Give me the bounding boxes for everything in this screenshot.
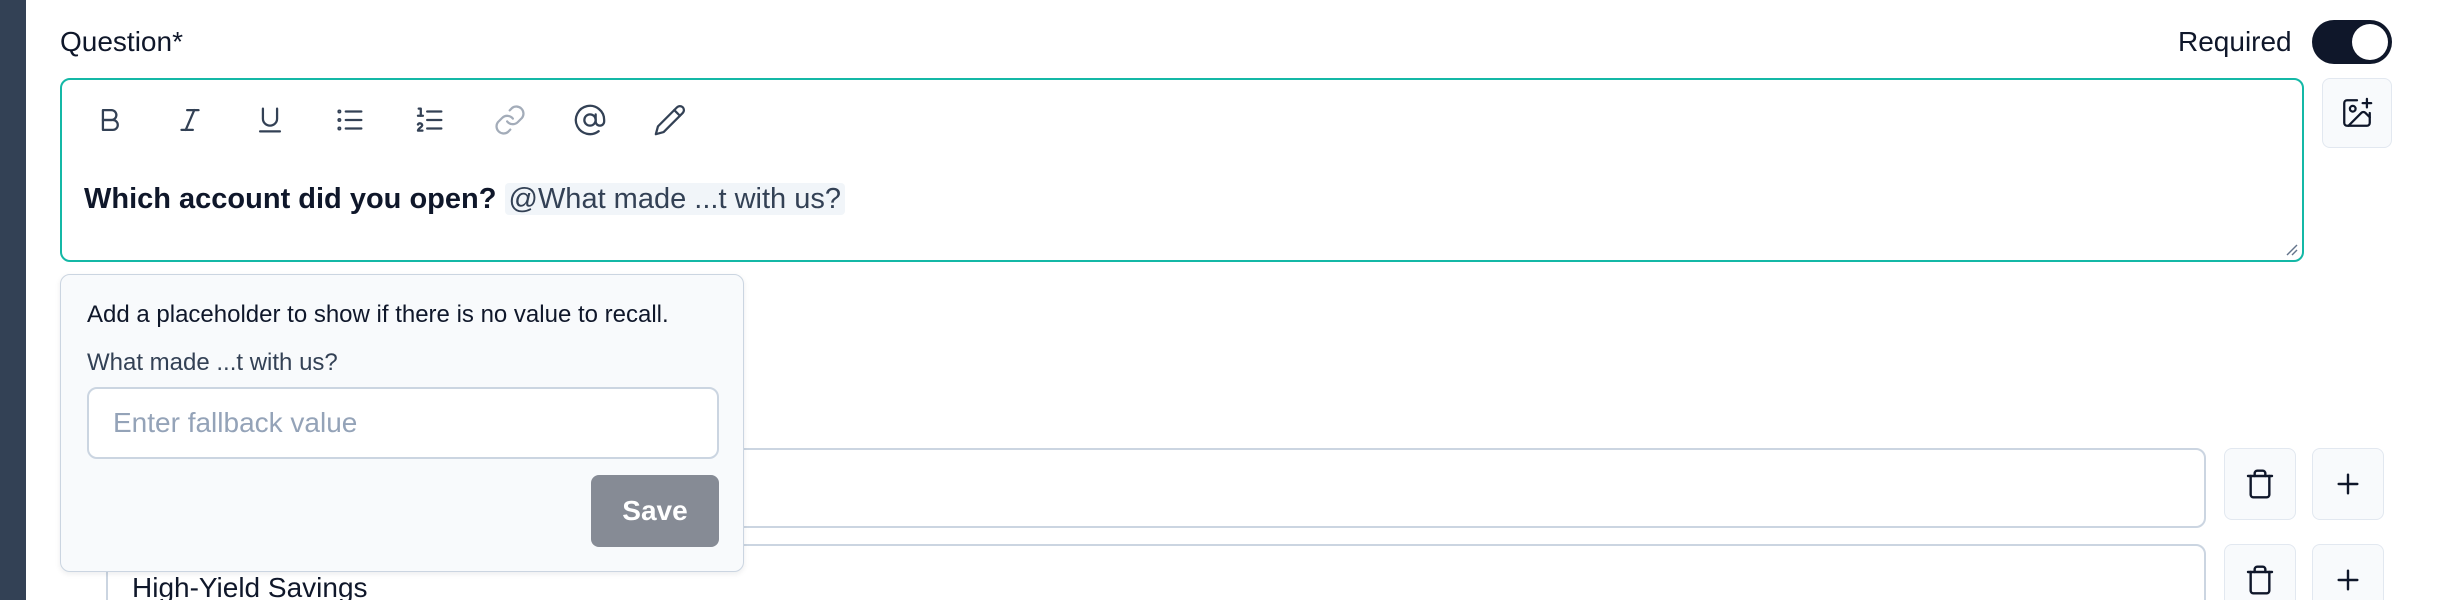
recall-label: What made ...t with us? bbox=[87, 349, 338, 376]
plus-icon bbox=[2337, 473, 2359, 495]
delete-option-button[interactable] bbox=[2224, 448, 2296, 520]
toggle-knob bbox=[2352, 24, 2388, 60]
recall-mention[interactable]: @What made ...t with us? bbox=[504, 183, 845, 215]
add-option-button[interactable] bbox=[2312, 544, 2384, 600]
question-editor[interactable]: Which account did you open? @What made .… bbox=[60, 78, 2304, 262]
fallback-popover: Add a placeholder to show if there is no… bbox=[60, 274, 744, 572]
delete-option-button[interactable] bbox=[2224, 544, 2296, 600]
fallback-input[interactable] bbox=[87, 387, 719, 459]
question-text[interactable]: Which account did you open? @What made .… bbox=[84, 183, 845, 216]
add-option-button[interactable] bbox=[2312, 448, 2384, 520]
link-icon[interactable] bbox=[490, 100, 530, 140]
fallback-description: Add a placeholder to show if there is no… bbox=[87, 301, 669, 328]
plus-icon bbox=[2337, 569, 2359, 591]
trash-icon bbox=[2246, 565, 2274, 595]
bold-icon[interactable] bbox=[90, 100, 130, 140]
required-toggle[interactable] bbox=[2312, 20, 2392, 64]
bullet-list-icon[interactable] bbox=[330, 100, 370, 140]
question-label: Question* bbox=[60, 26, 183, 57]
numbered-list-icon[interactable] bbox=[410, 100, 450, 140]
page: Question* Required Which account did you… bbox=[0, 0, 2452, 600]
save-button[interactable]: Save bbox=[591, 475, 719, 547]
editor-toolbar bbox=[90, 100, 730, 140]
italic-icon[interactable] bbox=[170, 100, 210, 140]
at-sign-icon[interactable] bbox=[570, 100, 610, 140]
question-text-bold: Which account did you open? bbox=[84, 183, 497, 215]
trash-icon bbox=[2246, 469, 2274, 499]
required-label: Required bbox=[2178, 26, 2292, 57]
add-image-button[interactable] bbox=[2322, 78, 2392, 148]
underline-icon[interactable] bbox=[250, 100, 290, 140]
resize-handle-icon[interactable] bbox=[2282, 240, 2298, 256]
image-plus-icon bbox=[2343, 97, 2373, 127]
pencil-icon[interactable] bbox=[650, 100, 690, 140]
sidebar-edge bbox=[0, 0, 26, 600]
option-text-2: High-Yield Savings bbox=[132, 572, 368, 600]
